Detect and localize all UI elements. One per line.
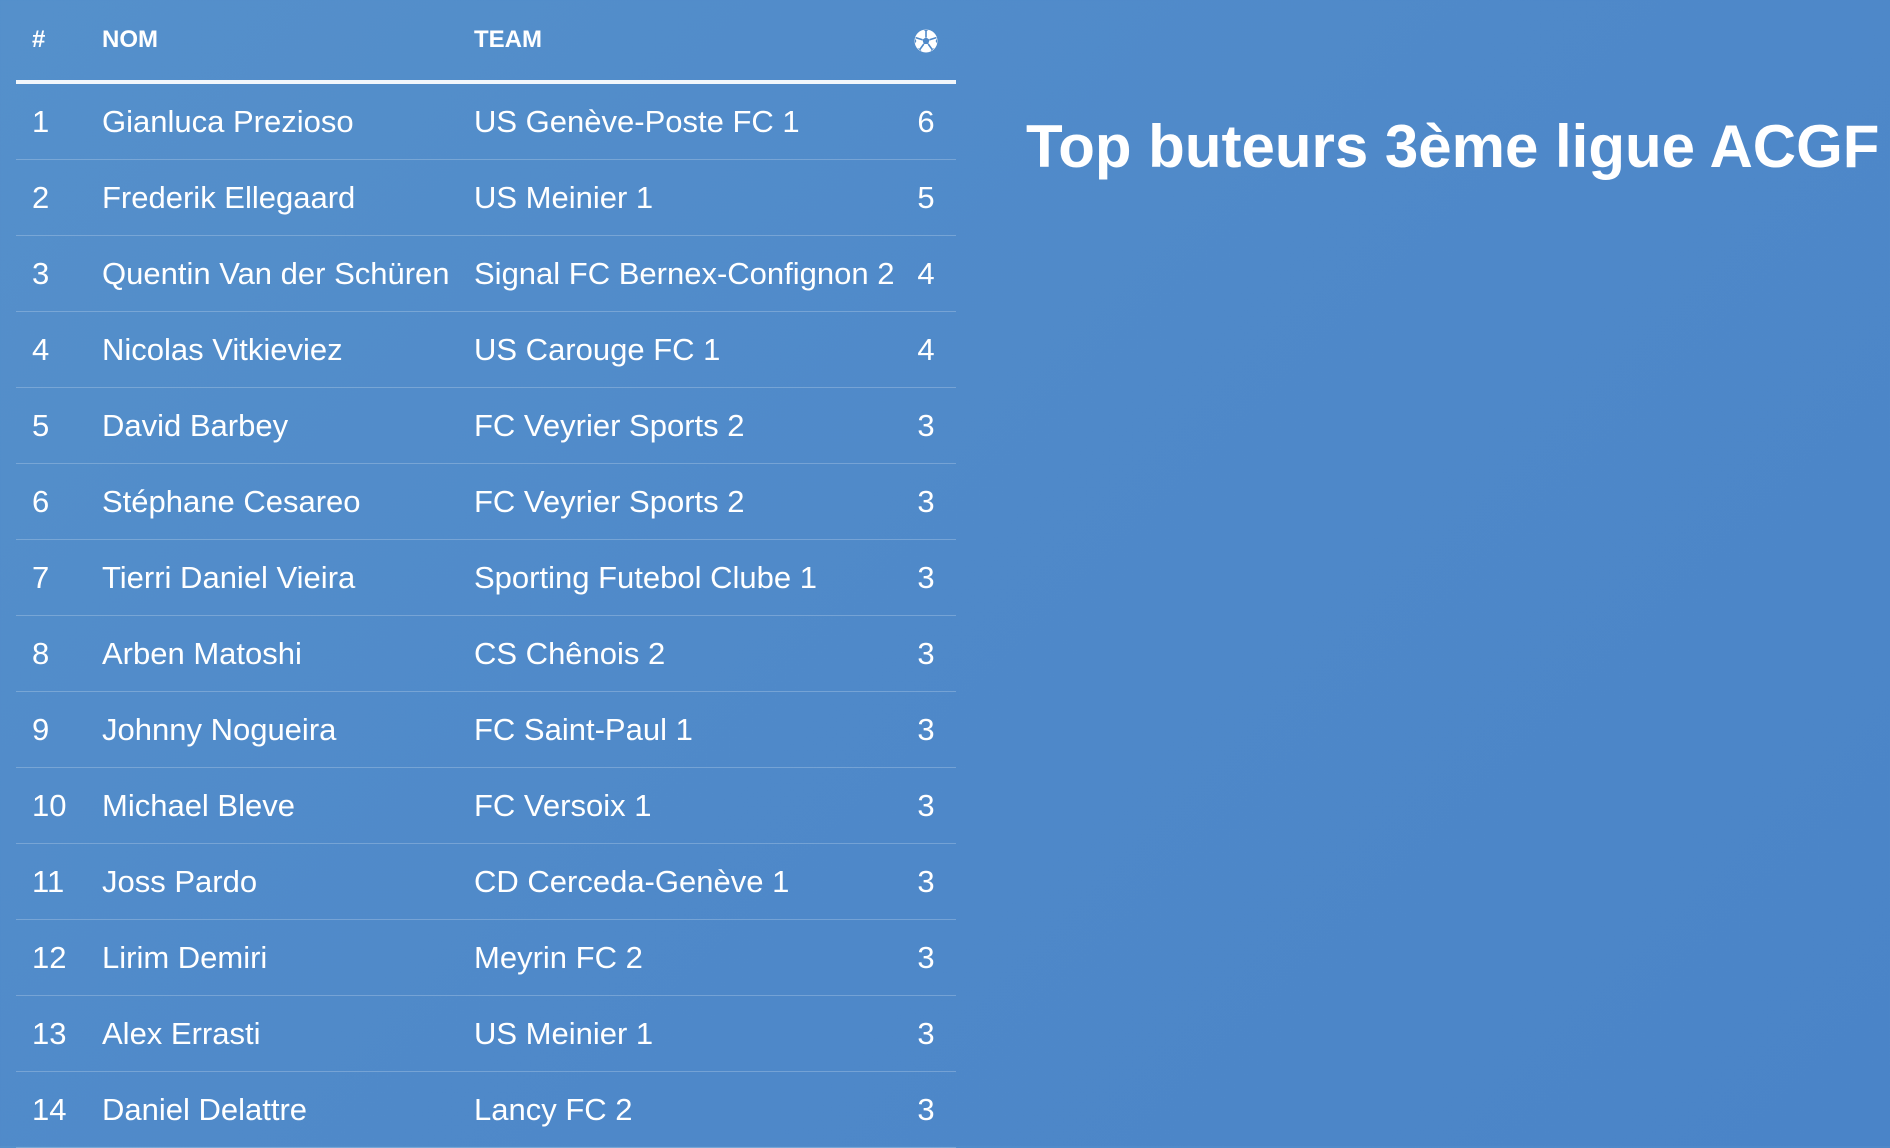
player-name-cell: Nicolas Vitkieviez <box>102 311 474 388</box>
rank-cell: 8 <box>16 615 102 692</box>
table-row: 5 David Barbey FC Veyrier Sports 23 <box>16 387 956 464</box>
table-row: 3 Quentin Van der Schüren Signal FC Bernex… <box>16 235 956 312</box>
table-row: 14 Daniel Delattre Lancy FC 23 <box>16 1071 956 1148</box>
player-name-cell: David Barbey <box>102 387 474 464</box>
goals-cell: 3 <box>896 995 956 1072</box>
table-row: 13 Alex Errasti US Meinier 13 <box>16 995 956 1072</box>
goals-cell: 3 <box>896 691 956 768</box>
player-name-cell: Stéphane Cesareo <box>102 463 474 540</box>
header-row: # NOM TEAM <box>16 0 956 84</box>
table-row: 10 Michael Bleve FC Versoix 13 <box>16 767 956 844</box>
header-goals <box>896 0 956 84</box>
team-name-cell: FC Versoix 1 <box>474 767 896 844</box>
player-name-cell: Michael Bleve <box>102 767 474 844</box>
rank-cell: 14 <box>16 1071 102 1148</box>
table-row: 6 Stéphane Cesareo FC Veyrier Sports 23 <box>16 463 956 540</box>
rank-cell: 10 <box>16 767 102 844</box>
player-name-cell: Joss Pardo <box>102 843 474 920</box>
team-name-cell: US Carouge FC 1 <box>474 311 896 388</box>
rank-cell: 4 <box>16 311 102 388</box>
table-row: 7 Tierri Daniel Vieira Sporting Futebol Cl… <box>16 539 956 616</box>
rank-cell: 5 <box>16 387 102 464</box>
table-header: # NOM TEAM <box>16 0 956 84</box>
rank-cell: 7 <box>16 539 102 616</box>
player-name-cell: Alex Errasti <box>102 995 474 1072</box>
scorers-table: # NOM TEAM 1 Gianluca Prezioso US Genève… <box>16 0 956 1148</box>
header-rank: # <box>16 0 102 84</box>
team-name-cell: Signal FC Bernex-Confignon 2 <box>474 235 896 312</box>
table-row: 4 Nicolas Vitkieviez US Carouge FC 14 <box>16 311 956 388</box>
soccer-ball-icon <box>914 29 938 53</box>
table-row: 9 Johnny Nogueira FC Saint-Paul 13 <box>16 691 956 768</box>
team-name-cell: FC Veyrier Sports 2 <box>474 463 896 540</box>
team-name-cell: Lancy FC 2 <box>474 1071 896 1148</box>
table-row: 2 Frederik Ellegaard US Meinier 15 <box>16 159 956 236</box>
player-name-cell: Lirim Demiri <box>102 919 474 996</box>
goals-cell: 3 <box>896 387 956 464</box>
team-name-cell: CS Chênois 2 <box>474 615 896 692</box>
table-row: 12 Lirim Demiri Meyrin FC 23 <box>16 919 956 996</box>
goals-cell: 3 <box>896 767 956 844</box>
team-name-cell: CD Cerceda-Genève 1 <box>474 843 896 920</box>
team-name-cell: Meyrin FC 2 <box>474 919 896 996</box>
header-name: NOM <box>102 0 474 84</box>
goals-cell: 3 <box>896 919 956 996</box>
player-name-cell: Johnny Nogueira <box>102 691 474 768</box>
rank-cell: 1 <box>16 82 102 160</box>
team-name-cell: FC Veyrier Sports 2 <box>474 387 896 464</box>
goals-cell: 5 <box>896 159 956 236</box>
team-name-cell: US Genève-Poste FC 1 <box>474 82 896 160</box>
player-name-cell: Frederik Ellegaard <box>102 159 474 236</box>
player-name-cell: Gianluca Prezioso <box>102 82 474 160</box>
goals-cell: 3 <box>896 615 956 692</box>
table-row: 11 Joss Pardo CD Cerceda-Genève 13 <box>16 843 956 920</box>
scorers-table-container: # NOM TEAM 1 Gianluca Prezioso US Genève… <box>16 0 956 1148</box>
table-row: 1 Gianluca Prezioso US Genève-Poste FC 16 <box>16 82 956 160</box>
goals-cell: 4 <box>896 235 956 312</box>
team-name-cell: US Meinier 1 <box>474 159 896 236</box>
rank-cell: 3 <box>16 235 102 312</box>
player-name-cell: Quentin Van der Schüren <box>102 235 474 312</box>
page-title: Top buteurs 3ème ligue ACGF <box>1026 113 1880 180</box>
player-name-cell: Tierri Daniel Vieira <box>102 539 474 616</box>
table-body: 1 Gianluca Prezioso US Genève-Poste FC 162… <box>16 82 956 1148</box>
table-row: 8 Arben Matoshi CS Chênois 23 <box>16 615 956 692</box>
rank-cell: 2 <box>16 159 102 236</box>
team-name-cell: FC Saint-Paul 1 <box>474 691 896 768</box>
goals-cell: 3 <box>896 539 956 616</box>
goals-cell: 6 <box>896 82 956 160</box>
rank-cell: 11 <box>16 843 102 920</box>
rank-cell: 13 <box>16 995 102 1072</box>
team-name-cell: US Meinier 1 <box>474 995 896 1072</box>
team-name-cell: Sporting Futebol Clube 1 <box>474 539 896 616</box>
goals-cell: 4 <box>896 311 956 388</box>
rank-cell: 12 <box>16 919 102 996</box>
goals-cell: 3 <box>896 463 956 540</box>
rank-cell: 6 <box>16 463 102 540</box>
player-name-cell: Arben Matoshi <box>102 615 474 692</box>
player-name-cell: Daniel Delattre <box>102 1071 474 1148</box>
rank-cell: 9 <box>16 691 102 768</box>
goals-cell: 3 <box>896 1071 956 1148</box>
goals-cell: 3 <box>896 843 956 920</box>
header-team: TEAM <box>474 0 896 84</box>
